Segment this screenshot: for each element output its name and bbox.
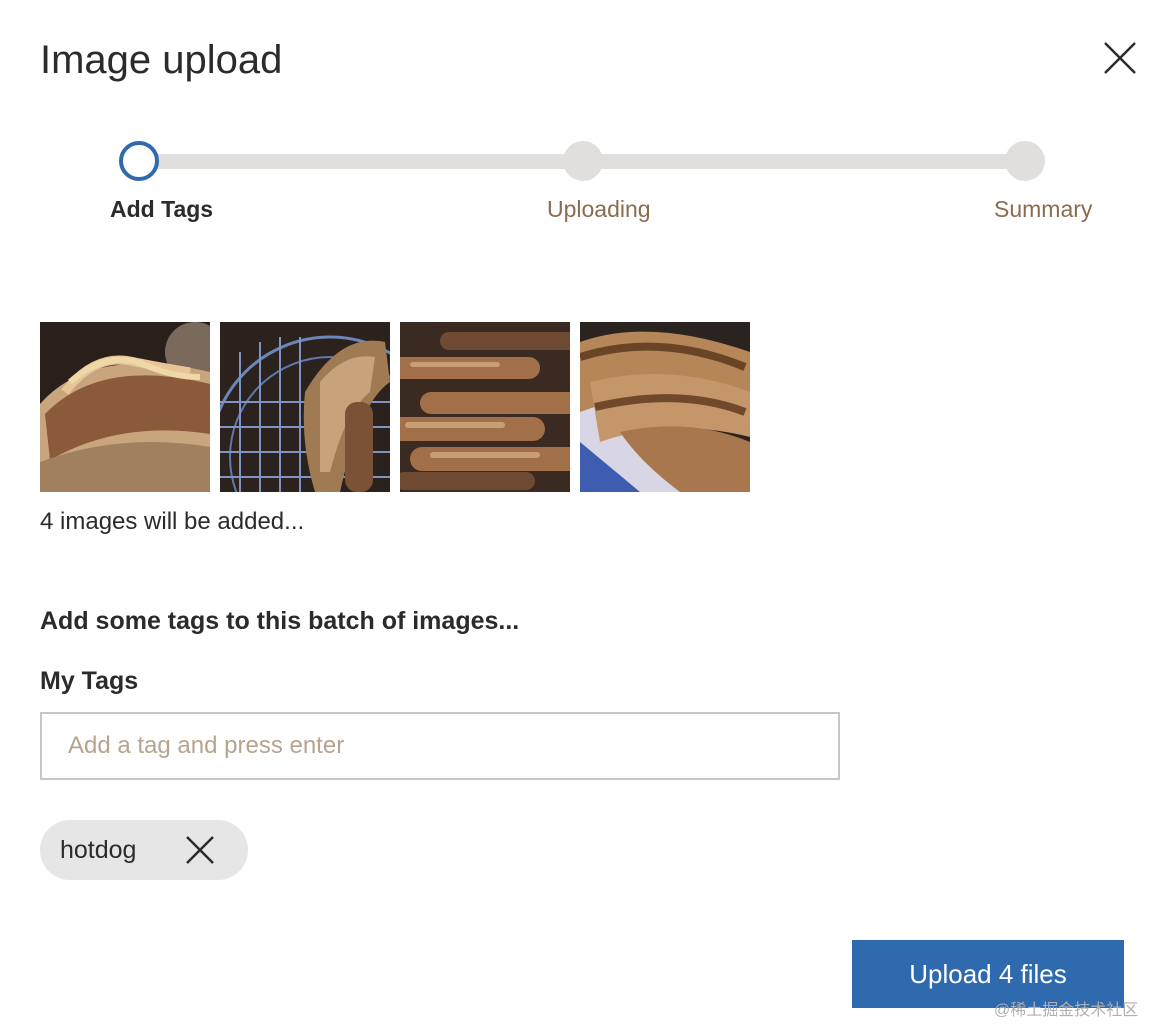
progress-stepper: Add Tags Uploading Summary [0,0,1162,240]
step-label-uploading: Uploading [547,196,651,222]
stepper-track [592,154,1016,169]
image-thumbnail [220,322,390,492]
tags-section-heading: Add some tags to this batch of images... [40,607,520,635]
step-indicator-summary [1005,141,1045,181]
image-thumbnail [40,322,210,492]
tag-input[interactable] [40,712,840,780]
step-indicator-uploading [563,141,603,181]
image-thumbnail [580,322,750,492]
watermark: @稀土掘金技术社区 [994,1002,1139,1019]
image-thumbnail-strip [40,322,750,492]
tag-chip: hotdog [40,820,248,880]
step-indicator-add-tags [119,141,159,181]
tag-chip-label: hotdog [60,835,137,864]
step-label-summary: Summary [994,196,1093,222]
image-thumbnail [400,322,570,492]
image-count-text: 4 images will be added... [40,508,305,535]
step-label-add-tags: Add Tags [110,196,214,222]
stepper-track [150,154,580,169]
close-icon [186,836,214,864]
tag-chip-remove-button[interactable] [180,830,220,870]
my-tags-label: My Tags [40,667,139,695]
